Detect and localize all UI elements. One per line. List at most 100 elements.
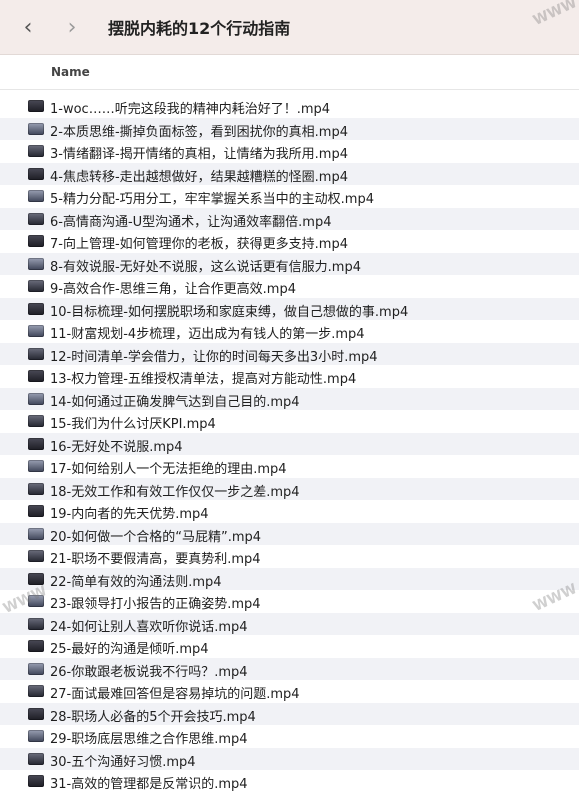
- video-thumbnail-icon: [28, 707, 44, 720]
- file-row[interactable]: 13-权力管理-五维授权清单法，提高对方能动性.mp4: [0, 365, 579, 388]
- file-row[interactable]: 9-高效合作-思维三角，让合作更高效.mp4: [0, 275, 579, 298]
- chevron-left-icon[interactable]: ‹: [16, 15, 40, 40]
- file-list: 1-woc……听完这段我的精神内耗治好了！.mp4 2-本质思维-撕掉负面标签，看…: [0, 95, 579, 793]
- video-thumbnail-icon: [28, 640, 44, 652]
- file-name: 23-跟领导打小报告的正确姿势.mp4: [50, 597, 261, 612]
- file-name: 17-如何给别人一个无法拒绝的理由.mp4: [50, 462, 287, 477]
- video-thumbnail-icon: [28, 347, 44, 360]
- file-name: 19-内向者的先天优势.mp4: [50, 507, 209, 522]
- file-name: 31-高效的管理都是反常识的.mp4: [50, 777, 248, 792]
- file-row[interactable]: 16-无好处不说服.mp4: [0, 432, 579, 455]
- file-name: 7-向上管理-如何管理你的老板，获得更多支持.mp4: [50, 237, 348, 252]
- video-thumbnail-icon: [28, 370, 44, 382]
- file-row[interactable]: 11-财富规划-4步梳理，迈出成为有钱人的第一步.mp4: [0, 320, 579, 343]
- file-row[interactable]: 12-时间清单-学会借力，让你的时间每天多出3小时.mp4: [0, 342, 579, 365]
- file-name: 11-财富规划-4步梳理，迈出成为有钱人的第一步.mp4: [50, 327, 365, 342]
- file-name: 10-目标梳理-如何摆脱职场和家庭束缚，做自己想做的事.mp4: [50, 304, 409, 320]
- file-row[interactable]: 3-情绪翻译-揭开情绪的真相，让情绪为我所用.mp4: [0, 140, 579, 163]
- file-name: 27-面试最难回答但是容易掉坑的问题.mp4: [50, 687, 300, 702]
- file-name: 21-职场不要假清高，要真势利.mp4: [50, 552, 261, 567]
- file-name: 14-如何通过正确发脾气达到自己目的.mp4: [50, 394, 300, 410]
- file-row[interactable]: 8-有效说服-无好处不说服，这么说话更有信服力.mp4: [0, 252, 579, 275]
- video-thumbnail-icon: [28, 190, 44, 202]
- file-row[interactable]: 30-五个沟通好习惯.mp4: [0, 747, 579, 770]
- title-bar: ‹ › 摆脱内耗的12个行动指南: [0, 0, 579, 55]
- file-row[interactable]: 18-无效工作和有效工作仅仅一步之差.mp4: [0, 477, 579, 500]
- file-name: 29-职场底层思维之合作思维.mp4: [50, 732, 248, 747]
- file-row[interactable]: 26-你敢跟老板说我不行吗？.mp4: [0, 657, 579, 680]
- file-name: 2-本质思维-撕掉负面标签，看到困扰你的真相.mp4: [50, 124, 348, 140]
- video-thumbnail-icon: [28, 212, 44, 225]
- video-thumbnail-icon: [28, 437, 44, 450]
- file-row[interactable]: 29-职场底层思维之合作思维.mp4: [0, 725, 579, 748]
- file-name: 1-woc……听完这段我的精神内耗治好了！.mp4: [50, 102, 331, 117]
- file-name: 13-权力管理-五维授权清单法，提高对方能动性.mp4: [50, 372, 357, 387]
- file-name: 5-精力分配-巧用分工，牢牢掌握关系当中的主动权.mp4: [50, 192, 374, 207]
- file-name: 3-情绪翻译-揭开情绪的真相，让情绪为我所用.mp4: [50, 147, 348, 162]
- file-row[interactable]: 14-如何通过正确发脾气达到自己目的.mp4: [0, 387, 579, 410]
- file-name: 24-如何让别人喜欢听你说话.mp4: [50, 619, 248, 635]
- file-row[interactable]: 31-高效的管理都是反常识的.mp4: [0, 770, 579, 793]
- file-row[interactable]: 15-我们为什么讨厌KPI.mp4: [0, 410, 579, 433]
- file-name: 18-无效工作和有效工作仅仅一步之差.mp4: [50, 484, 300, 500]
- file-name: 28-职场人必备的5个开会技巧.mp4: [50, 709, 256, 725]
- file-row[interactable]: 28-职场人必备的5个开会技巧.mp4: [0, 702, 579, 725]
- file-row[interactable]: 23-跟领导打小报告的正确姿势.mp4: [0, 590, 579, 613]
- file-row[interactable]: 27-面试最难回答但是容易掉坑的问题.mp4: [0, 680, 579, 703]
- column-header-name[interactable]: Name: [51, 65, 90, 79]
- file-name: 16-无好处不说服.mp4: [50, 439, 183, 455]
- video-thumbnail-icon: [28, 280, 44, 292]
- video-thumbnail-icon: [28, 482, 44, 495]
- video-thumbnail-icon: [28, 257, 44, 270]
- video-thumbnail-icon: [28, 122, 44, 135]
- chevron-right-icon[interactable]: ›: [60, 15, 84, 40]
- file-name: 6-高情商沟通-U型沟通术，让沟通效率翻倍.mp4: [50, 214, 332, 230]
- file-row[interactable]: 6-高情商沟通-U型沟通术，让沟通效率翻倍.mp4: [0, 207, 579, 230]
- video-thumbnail-icon: [28, 752, 44, 765]
- file-name: 26-你敢跟老板说我不行吗？.mp4: [50, 664, 248, 680]
- file-row[interactable]: 2-本质思维-撕掉负面标签，看到困扰你的真相.mp4: [0, 117, 579, 140]
- file-row[interactable]: 22-简单有效的沟通法则.mp4: [0, 567, 579, 590]
- video-thumbnail-icon: [28, 235, 44, 247]
- file-name: 20-如何做一个合格的“马屁精”.mp4: [50, 529, 262, 545]
- file-row[interactable]: 4-焦虑转移-走出越想做好，结果越糟糕的怪圈.mp4: [0, 162, 579, 185]
- file-name: 15-我们为什么讨厌KPI.mp4: [50, 417, 216, 432]
- video-thumbnail-icon: [28, 302, 44, 315]
- video-thumbnail-icon: [28, 505, 44, 517]
- file-row[interactable]: 25-最好的沟通是倾听.mp4: [0, 635, 579, 658]
- file-row[interactable]: 7-向上管理-如何管理你的老板，获得更多支持.mp4: [0, 230, 579, 253]
- file-row[interactable]: 19-内向者的先天优势.mp4: [0, 500, 579, 523]
- video-thumbnail-icon: [28, 460, 44, 472]
- video-thumbnail-icon: [28, 662, 44, 675]
- video-thumbnail-icon: [28, 325, 44, 337]
- window-title: 摆脱内耗的12个行动指南: [108, 19, 291, 38]
- file-row[interactable]: 5-精力分配-巧用分工，牢牢掌握关系当中的主动权.mp4: [0, 185, 579, 208]
- file-name: 22-简单有效的沟通法则.mp4: [50, 574, 222, 590]
- video-thumbnail-icon: [28, 572, 44, 585]
- video-thumbnail-icon: [28, 392, 44, 405]
- column-header: Name: [0, 55, 579, 90]
- video-thumbnail-icon: [28, 595, 44, 607]
- video-thumbnail-icon: [28, 145, 44, 157]
- video-thumbnail-icon: [28, 730, 44, 742]
- file-name: 4-焦虑转移-走出越想做好，结果越糟糕的怪圈.mp4: [50, 169, 348, 185]
- video-thumbnail-icon: [28, 167, 44, 180]
- file-name: 30-五个沟通好习惯.mp4: [50, 754, 196, 770]
- file-row[interactable]: 17-如何给别人一个无法拒绝的理由.mp4: [0, 455, 579, 478]
- video-thumbnail-icon: [28, 685, 44, 697]
- video-thumbnail-icon: [28, 617, 44, 630]
- file-name: 9-高效合作-思维三角，让合作更高效.mp4: [50, 282, 296, 297]
- video-thumbnail-icon: [28, 550, 44, 562]
- file-row[interactable]: 1-woc……听完这段我的精神内耗治好了！.mp4: [0, 95, 579, 118]
- video-thumbnail-icon: [28, 775, 44, 787]
- file-row[interactable]: 10-目标梳理-如何摆脱职场和家庭束缚，做自己想做的事.mp4: [0, 297, 579, 320]
- file-row[interactable]: 24-如何让别人喜欢听你说话.mp4: [0, 612, 579, 635]
- file-row[interactable]: 21-职场不要假清高，要真势利.mp4: [0, 545, 579, 568]
- video-thumbnail-icon: [28, 100, 44, 112]
- file-name: 25-最好的沟通是倾听.mp4: [50, 642, 209, 657]
- video-thumbnail-icon: [28, 527, 44, 540]
- file-name: 12-时间清单-学会借力，让你的时间每天多出3小时.mp4: [50, 349, 378, 365]
- file-row[interactable]: 20-如何做一个合格的“马屁精”.mp4: [0, 522, 579, 545]
- video-thumbnail-icon: [28, 415, 44, 427]
- file-name: 8-有效说服-无好处不说服，这么说话更有信服力.mp4: [50, 259, 361, 275]
